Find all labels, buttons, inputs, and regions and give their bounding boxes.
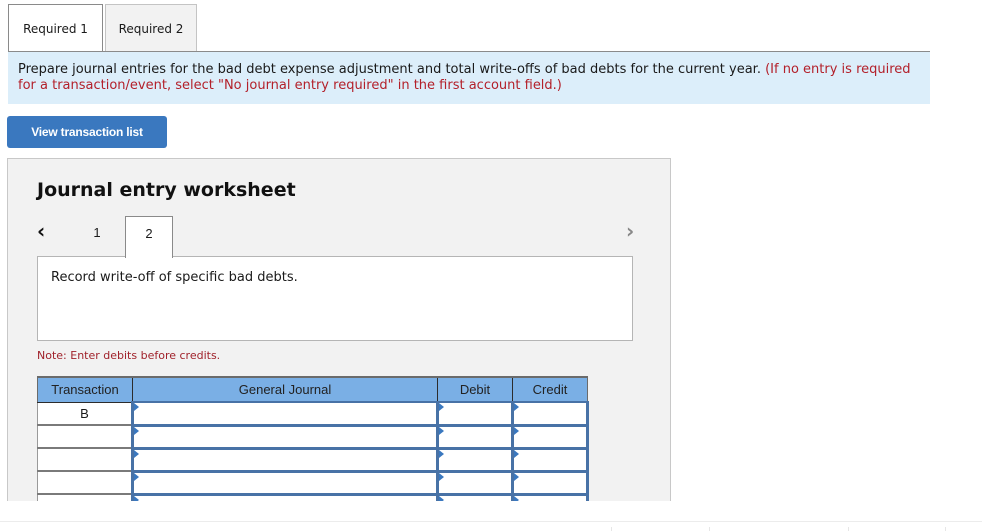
chevron-right-icon[interactable]: › <box>626 219 634 243</box>
debit-input[interactable] <box>436 401 514 427</box>
debit-input[interactable] <box>436 424 514 450</box>
footer-divider <box>0 521 982 522</box>
requirement-tabs: Required 1 Required 2 <box>8 4 199 52</box>
entry-tab-2[interactable]: 2 <box>125 216 173 258</box>
transaction-cell: B <box>37 401 133 426</box>
journal-entry-worksheet: Journal entry worksheet ‹ 1 2 › Record w… <box>7 158 671 519</box>
viewport-clip <box>0 501 982 531</box>
table-row <box>37 424 589 450</box>
header-general-journal: General Journal <box>132 376 438 403</box>
tab-required-1[interactable]: Required 1 <box>8 4 103 52</box>
footer-separator <box>945 527 946 531</box>
footer-separator <box>611 527 612 531</box>
entry-description: Record write-off of specific bad debts. <box>37 256 633 341</box>
header-transaction: Transaction <box>37 376 133 403</box>
account-dropdown[interactable] <box>131 401 439 427</box>
journal-header-row: Transaction General Journal Debit Credit <box>37 376 588 403</box>
journal-table: Transaction General Journal Debit Credit… <box>37 376 589 519</box>
header-credit: Credit <box>512 376 588 403</box>
credit-input[interactable] <box>511 401 589 427</box>
account-dropdown[interactable] <box>131 447 439 473</box>
table-row: B <box>37 401 589 427</box>
header-debit: Debit <box>437 376 513 403</box>
entry-tab-1[interactable]: 1 <box>73 216 121 257</box>
instructions-text: Prepare journal entries for the bad debt… <box>18 62 766 77</box>
credit-input[interactable] <box>511 447 589 473</box>
account-dropdown[interactable] <box>131 470 439 496</box>
worksheet-title: Journal entry worksheet <box>37 179 296 201</box>
credit-input[interactable] <box>511 470 589 496</box>
table-row <box>37 447 589 473</box>
chevron-left-icon[interactable]: ‹ <box>37 219 45 243</box>
entry-description-text: Record write-off of specific bad debts. <box>51 270 298 285</box>
transaction-cell <box>37 470 133 495</box>
debit-input[interactable] <box>436 447 514 473</box>
tab-required-2[interactable]: Required 2 <box>105 4 197 52</box>
instructions-panel: Prepare journal entries for the bad debt… <box>8 52 930 104</box>
account-dropdown[interactable] <box>131 424 439 450</box>
transaction-cell <box>37 424 133 449</box>
footer-separator <box>848 527 849 531</box>
credit-input[interactable] <box>511 424 589 450</box>
table-row <box>37 470 589 496</box>
transaction-cell <box>37 447 133 472</box>
debit-credit-note: Note: Enter debits before credits. <box>37 349 221 362</box>
debit-input[interactable] <box>436 470 514 496</box>
footer-separator <box>709 527 710 531</box>
view-transaction-list-button[interactable]: View transaction list <box>7 116 167 148</box>
